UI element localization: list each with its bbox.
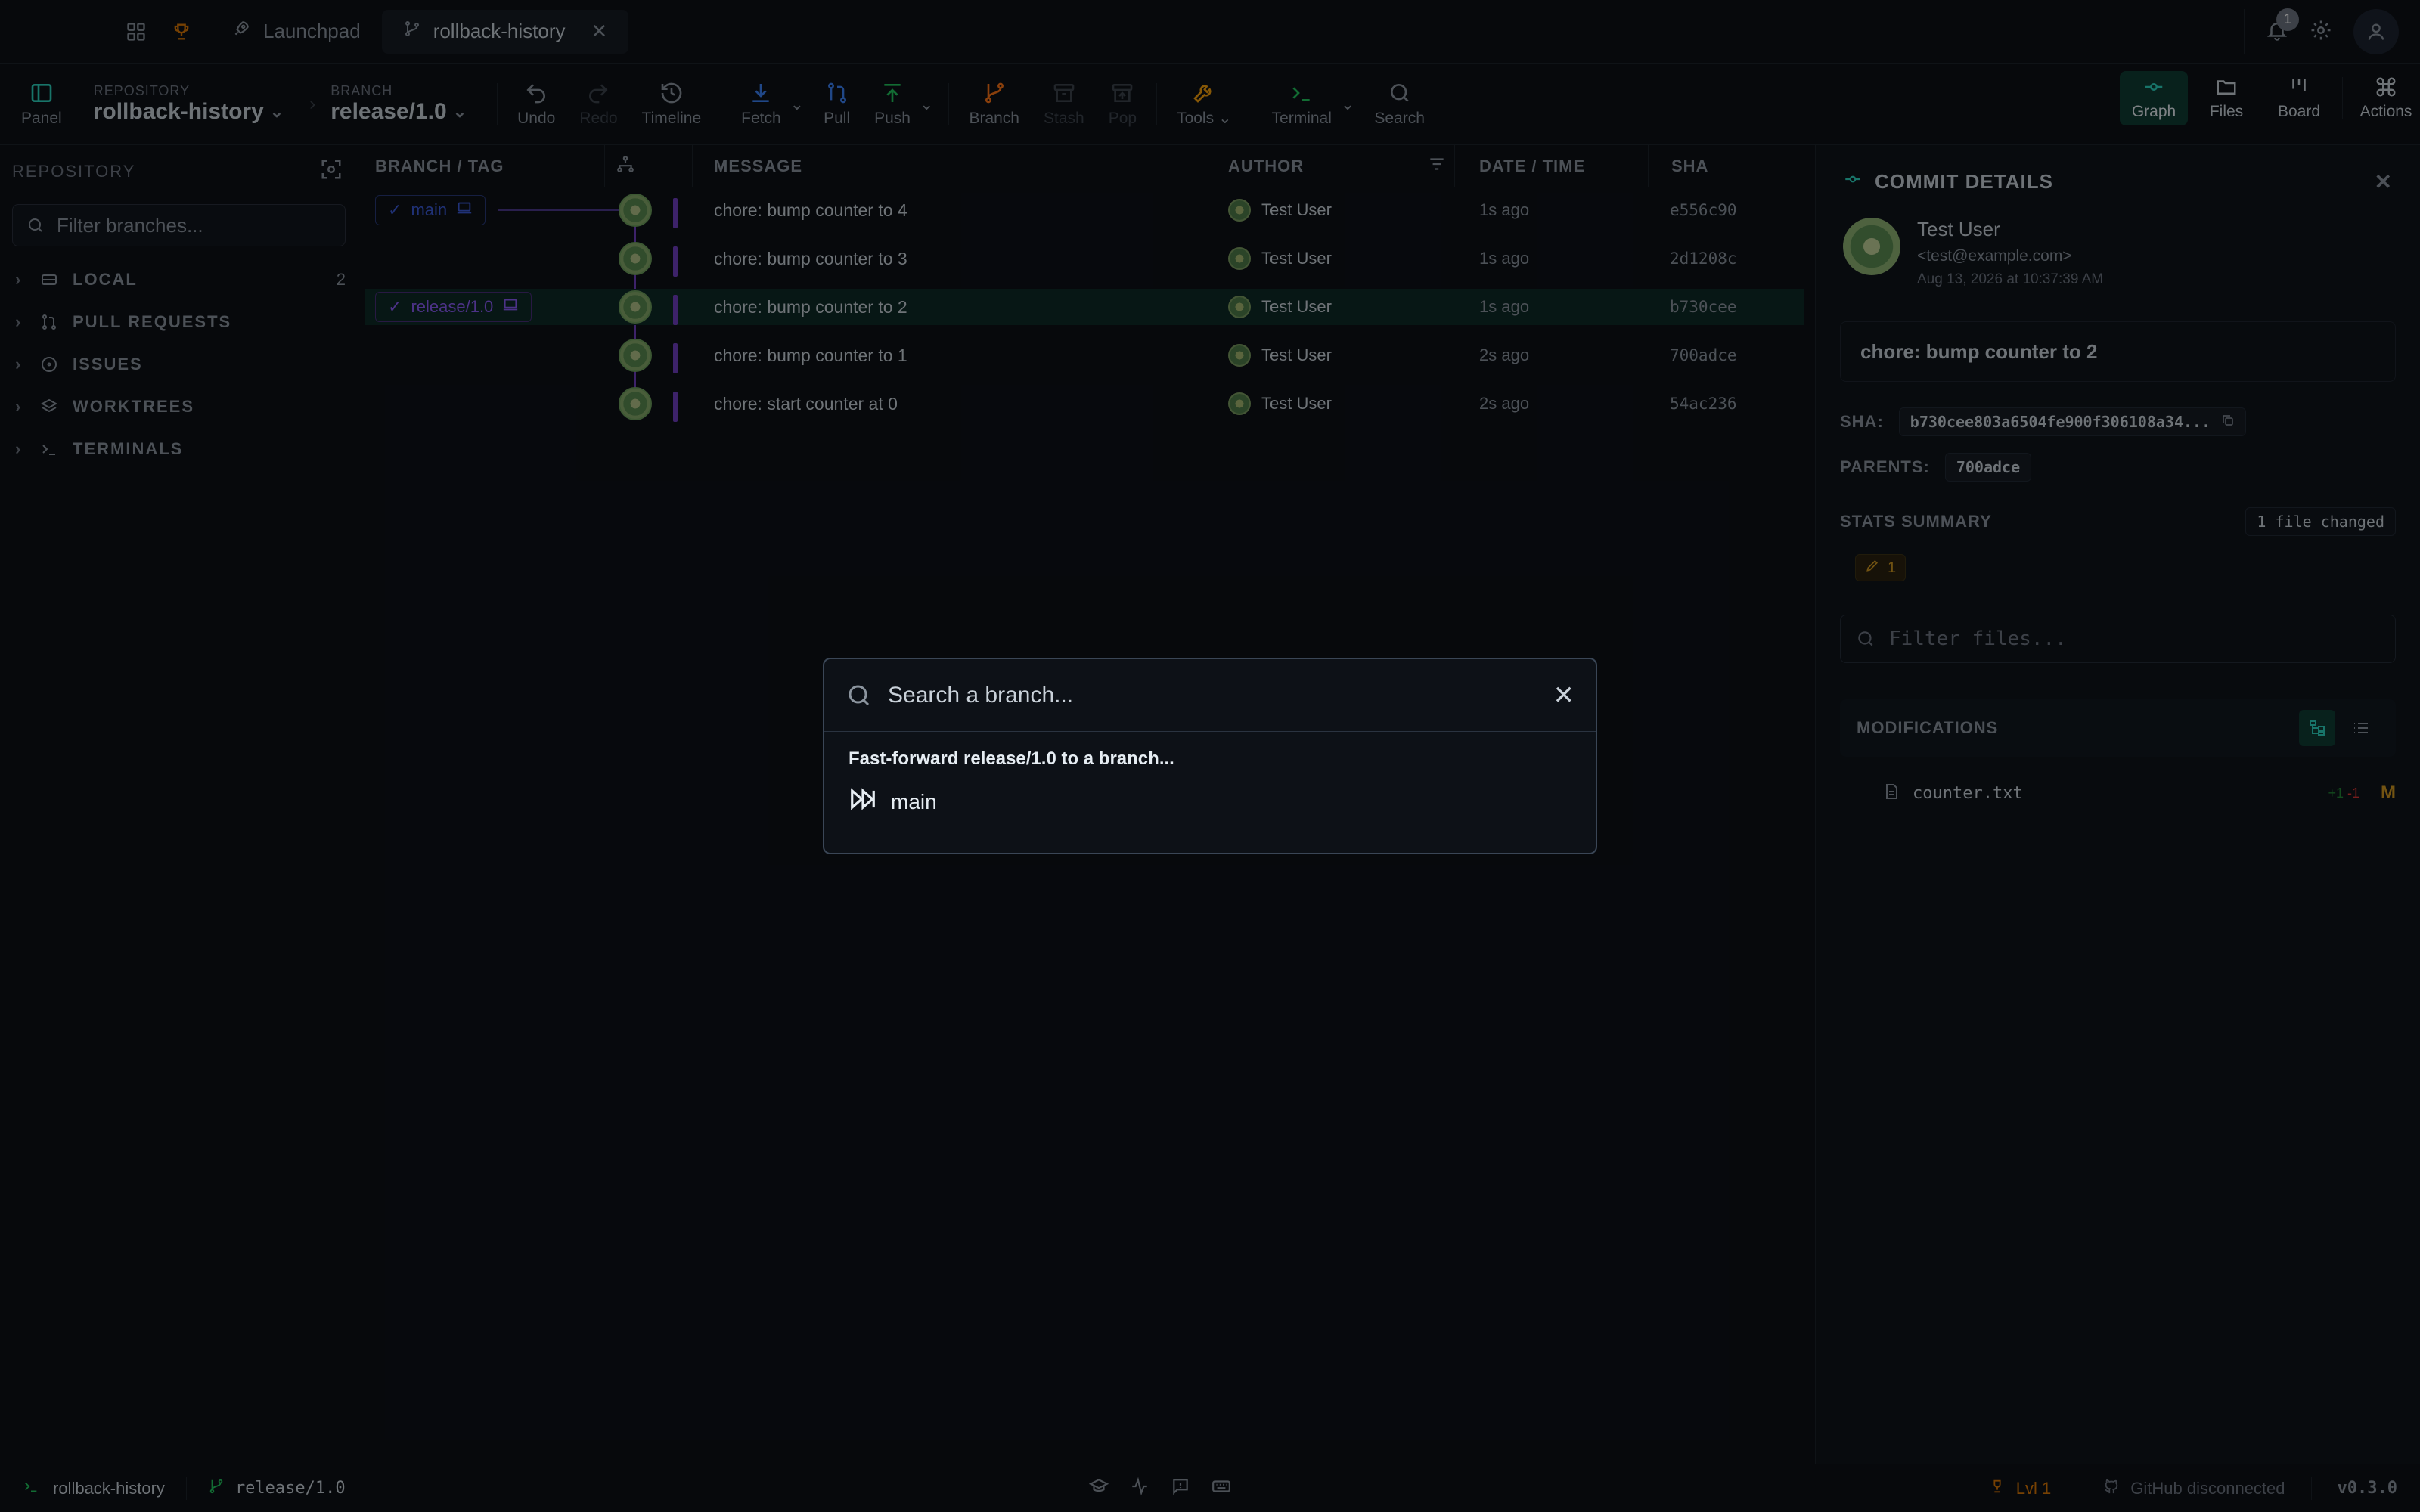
- branch-option-label: main: [891, 789, 937, 813]
- search-icon: [849, 685, 870, 705]
- branch-option-main[interactable]: main: [849, 785, 1596, 819]
- branch-search-input[interactable]: Search a branch... ✕: [824, 659, 1596, 732]
- branch-picker-dialog: Search a branch... ✕ Fast-forward releas…: [823, 658, 1597, 854]
- app-window: Launchpad rollback-history ✕ 1 Panel REP…: [0, 0, 2420, 1512]
- fast-forward-icon: [849, 785, 877, 819]
- close-icon[interactable]: ✕: [1553, 680, 1575, 711]
- branch-search-placeholder: Search a branch...: [888, 682, 1074, 708]
- dialog-title: Fast-forward release/1.0 to a branch...: [849, 748, 1174, 769]
